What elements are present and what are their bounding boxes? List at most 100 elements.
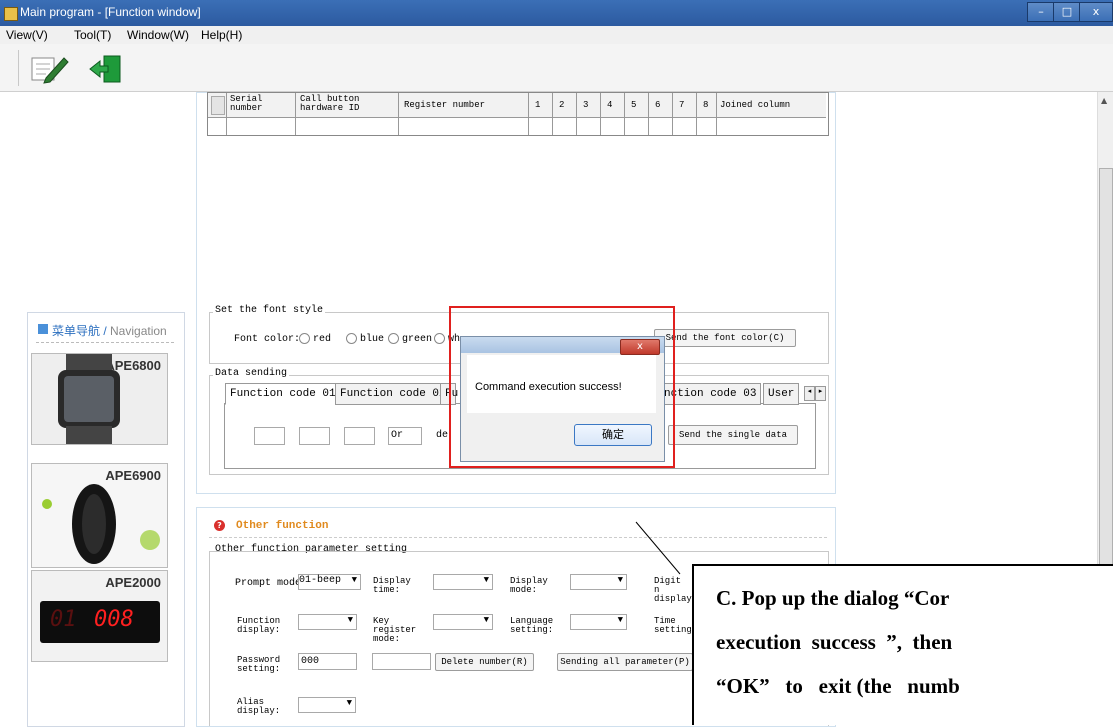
navigation-panel: 菜单导航 / Navigation APE6800 APE6900 APE200… <box>27 312 185 727</box>
chevron-down-icon: ▼ <box>617 615 623 625</box>
radio-green[interactable]: green <box>388 333 432 345</box>
alias-display-label: Alias display: <box>237 697 281 716</box>
password-setting-label: Password setting: <box>237 655 281 674</box>
language-setting-select[interactable]: ▼ <box>570 614 627 630</box>
toolbar-separator <box>18 50 19 86</box>
col-3[interactable]: 3 <box>583 101 588 110</box>
callout-pointer-line <box>635 521 681 575</box>
data-field-or[interactable]: Or <box>388 427 422 445</box>
edit-icon[interactable] <box>28 52 70 84</box>
grid-divider <box>552 93 553 135</box>
title-bar: Main program - [Function window] – □ x <box>0 0 1113 26</box>
radio-blue[interactable]: blue <box>346 333 384 345</box>
col-6[interactable]: 6 <box>655 101 660 110</box>
close-window-button[interactable]: x <box>1079 2 1113 22</box>
radio-icon <box>299 333 310 344</box>
alias-display-select[interactable]: ▼ <box>298 697 356 713</box>
question-icon: ? <box>214 520 225 531</box>
menu-view[interactable]: View(V) <box>6 28 48 42</box>
grid-divider <box>576 93 577 135</box>
tab-function-code-02[interactable]: Function code 02 <box>335 383 451 405</box>
font-color-label: Font color: <box>234 334 301 345</box>
menu-help[interactable]: Help(H) <box>201 28 242 42</box>
menu-tool[interactable]: Tool(T) <box>74 28 111 42</box>
nav-card-ape2000[interactable]: APE2000 01 008 <box>31 570 168 662</box>
language-setting-label: Language setting: <box>510 616 554 635</box>
delete-number-button[interactable]: Delete number(R) <box>435 653 534 671</box>
scroll-up-icon[interactable]: ▲ <box>1101 96 1107 105</box>
exit-icon[interactable] <box>86 52 126 84</box>
data-field-3[interactable] <box>344 427 375 445</box>
app-icon <box>4 7 18 21</box>
radio-icon <box>346 333 357 344</box>
display-mode-select[interactable]: ▼ <box>570 574 627 590</box>
col-8[interactable]: 8 <box>703 101 708 110</box>
wristband-image <box>42 484 160 564</box>
data-field-de: de <box>436 430 449 441</box>
digit-display-label: Digit n display <box>654 576 692 604</box>
highlight-rectangle <box>449 306 675 468</box>
key-register-select[interactable]: ▼ <box>433 614 493 630</box>
data-sending-label: Data sending <box>213 368 290 379</box>
grid-divider <box>226 93 227 135</box>
grid-icon <box>38 324 48 334</box>
time-setting-label: Time setting <box>654 616 692 635</box>
col-serial-number[interactable]: Serial number <box>230 95 280 113</box>
tab-user[interactable]: User <box>763 383 800 405</box>
col-joined[interactable]: Joined column <box>720 101 790 110</box>
chevron-down-icon: ▼ <box>347 615 353 625</box>
nav-divider <box>36 342 174 344</box>
toolbar <box>0 44 1113 92</box>
tab-function-code-01[interactable]: Function code 01 <box>225 383 341 405</box>
grid-divider <box>398 93 399 135</box>
nav-card-ape6900[interactable]: APE6900 <box>31 463 168 568</box>
password-input[interactable]: 000 <box>298 653 357 670</box>
window-title: Main program - [Function window] <box>20 5 201 19</box>
maximize-button[interactable]: □ <box>1053 2 1081 22</box>
chevron-down-icon: ▼ <box>483 615 489 625</box>
data-grid[interactable]: Serial number Call button hardware ID Re… <box>207 92 829 136</box>
row-selector[interactable] <box>211 96 225 115</box>
other-function-title: Other function <box>236 520 329 532</box>
led-display: 01 008 <box>40 601 160 643</box>
radio-icon <box>434 333 445 344</box>
other-divider <box>209 537 827 539</box>
grid-divider <box>648 93 649 135</box>
grid-divider <box>295 93 296 135</box>
col-5[interactable]: 5 <box>631 101 636 110</box>
send-single-data-button[interactable]: Send the single data <box>668 425 798 445</box>
display-time-label: Display time: <box>373 576 411 595</box>
function-display-label: Function display: <box>237 616 281 635</box>
col-7[interactable]: 7 <box>679 101 684 110</box>
chevron-down-icon: ▼ <box>351 575 357 585</box>
nav-title: 菜单导航 / Navigation <box>52 324 167 338</box>
grid-divider <box>624 93 625 135</box>
annotation-callout: C. Pop up the dialog “Cor execution succ… <box>692 564 1113 725</box>
function-display-select[interactable]: ▼ <box>298 614 357 630</box>
watch-image <box>58 354 120 444</box>
data-field-1[interactable] <box>254 427 285 445</box>
sending-all-parameter-button[interactable]: Sending all parameter(P) <box>557 653 693 671</box>
col-1[interactable]: 1 <box>535 101 540 110</box>
col-register-number[interactable]: Register number <box>404 101 485 110</box>
tab-scroll-right-icon[interactable]: ▸ <box>815 386 826 401</box>
send-font-color-button[interactable]: Send the font color(C) <box>654 329 796 347</box>
col-4[interactable]: 4 <box>607 101 612 110</box>
nav-card-label: APE2000 <box>105 575 161 590</box>
data-field-2[interactable] <box>299 427 330 445</box>
minimize-button[interactable]: – <box>1027 2 1055 22</box>
col-2[interactable]: 2 <box>559 101 564 110</box>
grid-divider <box>528 93 529 135</box>
radio-red[interactable]: red <box>299 333 331 345</box>
display-time-select[interactable]: ▼ <box>433 574 493 590</box>
chevron-down-icon: ▼ <box>483 575 489 585</box>
chevron-down-icon: ▼ <box>346 698 352 708</box>
tab-scroll-left-icon[interactable]: ◂ <box>804 386 815 401</box>
radio-icon <box>388 333 399 344</box>
nav-card-ape6800[interactable]: APE6800 <box>31 353 168 445</box>
menu-bar: View(V) Tool(T) Window(W) Help(H) <box>0 26 1113 44</box>
col-call-button-id[interactable]: Call button hardware ID <box>300 95 390 113</box>
number-input[interactable] <box>372 653 431 670</box>
prompt-mode-select[interactable]: 01-beep ▼ <box>298 574 361 590</box>
menu-window[interactable]: Window(W) <box>127 28 189 42</box>
